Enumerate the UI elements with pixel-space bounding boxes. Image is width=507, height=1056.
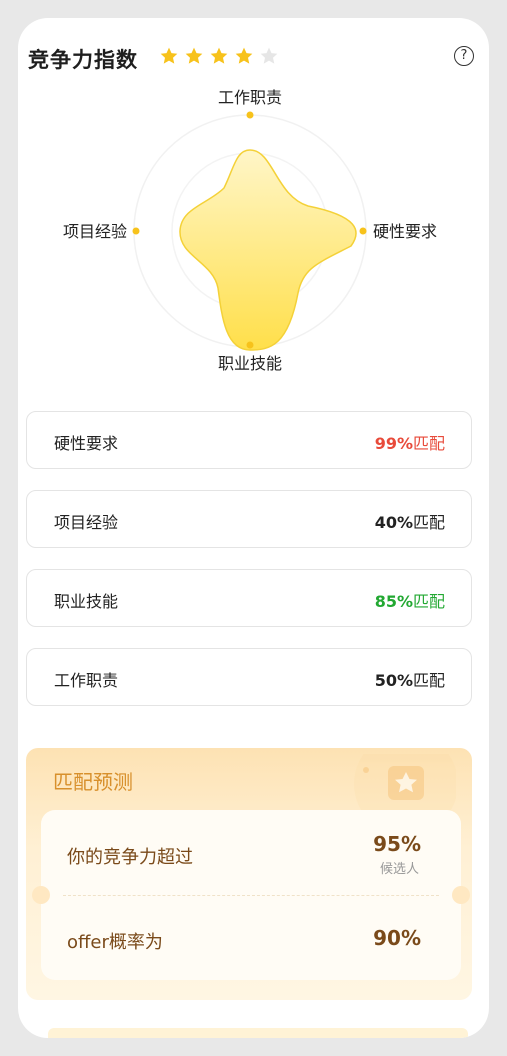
radar-label-left: 项目经验 [63,222,127,241]
row-label: 项目经验 [54,513,119,532]
star-icon [160,47,178,64]
competitive-value: 95% [373,832,421,856]
bottom-panel-edge [48,1028,468,1038]
row-value: 85%匹配 [374,592,445,611]
radar-shape [179,149,357,351]
offer-value: 90% [373,926,421,950]
match-row-professional-skills[interactable]: 职业技能 85%匹配 [26,569,472,627]
row-value: 50%匹配 [374,671,445,690]
match-row-project-experience[interactable]: 项目经验 40%匹配 [26,490,472,548]
match-row-hard-requirements[interactable]: 硬性要求 99%匹配 [26,411,472,469]
row-label: 工作职责 [54,671,119,690]
match-row-job-duties[interactable]: 工作职责 50%匹配 [26,648,472,706]
row-value: 99%匹配 [374,434,445,453]
star-rating [159,46,279,66]
page-title: 竞争力指数 [28,48,138,72]
competitive-sub: 候选人 [379,862,419,877]
star-icon [185,47,203,64]
row-value: 40%匹配 [374,513,445,532]
star-icon [210,47,228,64]
radar-chart: 工作职责 硬性要求 职业技能 项目经验 [63,88,437,373]
radar-label-top: 工作职责 [218,88,282,107]
phone-screen: 竞争力指数 ? 工作职责 硬性要求 职业技能 项目经验 硬性要求 99%匹配 项… [18,18,489,1038]
header: 竞争力指数 ? [28,42,474,76]
radar-label-bottom: 职业技能 [218,354,282,373]
star-icon [235,47,253,64]
card-notch-right [452,886,470,904]
predict-title: 匹配预测 [53,770,133,794]
star-empty-icon [260,47,278,64]
help-icon[interactable]: ? [454,46,474,66]
trophy-icon [354,754,456,814]
radar-label-right: 硬性要求 [373,222,437,241]
row-label: 职业技能 [54,592,119,611]
offer-label: offer概率为 [67,932,163,953]
card-notch-left [32,886,50,904]
competitive-label: 你的竞争力超过 [67,847,193,868]
row-label: 硬性要求 [54,434,119,453]
prediction-card: 你的竞争力超过 95% 候选人 offer概率为 90% [32,810,470,980]
match-prediction-panel: 匹配预测 你的竞争力超过 95% 候选人 offer概率为 90% [26,748,472,1000]
dashed-divider [63,895,439,896]
